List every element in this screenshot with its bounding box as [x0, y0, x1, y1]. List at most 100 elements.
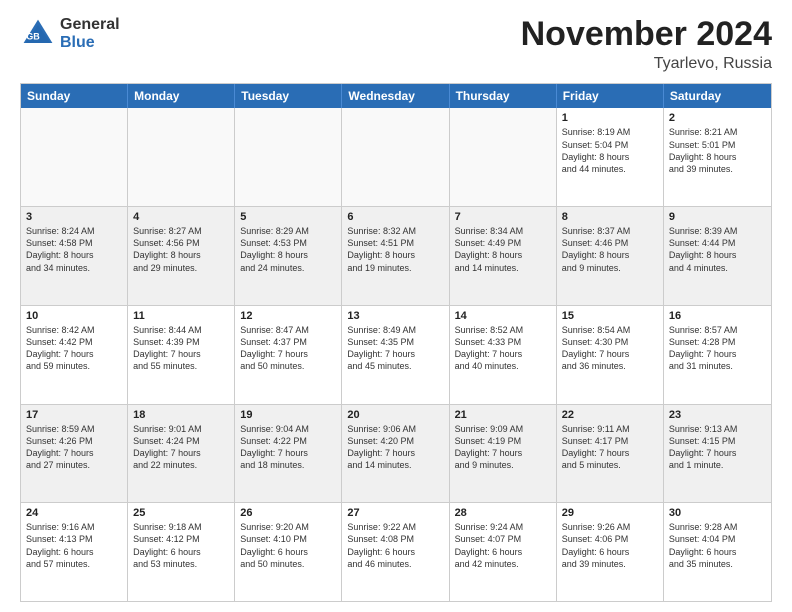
calendar-cell	[235, 108, 342, 206]
calendar-cell: 11 Sunrise: 8:44 AM Sunset: 4:39 PM Dayli…	[128, 306, 235, 404]
calendar-cell: 17 Sunrise: 8:59 AM Sunset: 4:26 PM Dayli…	[21, 405, 128, 503]
day-number: 1	[562, 112, 658, 124]
cell-text: Sunrise: 8:59 AM Sunset: 4:26 PM Dayligh…	[26, 423, 122, 472]
cell-text: Sunrise: 9:22 AM Sunset: 4:08 PM Dayligh…	[347, 521, 443, 570]
calendar-day-header: Thursday	[450, 84, 557, 108]
calendar-cell: 20 Sunrise: 9:06 AM Sunset: 4:20 PM Dayli…	[342, 405, 449, 503]
cell-text: Sunrise: 9:09 AM Sunset: 4:19 PM Dayligh…	[455, 423, 551, 472]
calendar-cell: 14Sunrise: 8:52 AM Sunset: 4:33 PM Dayli…	[450, 306, 557, 404]
day-number: 15	[562, 310, 658, 322]
logo-icon: GB	[20, 16, 56, 52]
calendar-header: SundayMondayTuesdayWednesdayThursdayFrid…	[21, 84, 771, 108]
cell-text: Sunrise: 8:39 AM Sunset: 4:44 PM Dayligh…	[669, 225, 766, 274]
day-number: 22	[562, 409, 658, 421]
calendar-cell: 28 Sunrise: 9:24 AM Sunset: 4:07 PM Dayli…	[450, 503, 557, 601]
page: GB General Blue November 2024 Tyarlevo, …	[0, 0, 792, 612]
day-number: 29	[562, 507, 658, 519]
calendar-cell	[21, 108, 128, 206]
calendar-row: 1 Sunrise: 8:19 AM Sunset: 5:04 PM Daylig…	[21, 108, 771, 206]
day-number: 14	[455, 310, 551, 322]
calendar-cell: 22 Sunrise: 9:11 AM Sunset: 4:17 PM Dayli…	[557, 405, 664, 503]
calendar-cell: 12Sunrise: 8:47 AM Sunset: 4:37 PM Dayli…	[235, 306, 342, 404]
cell-text: Sunrise: 8:27 AM Sunset: 4:56 PM Dayligh…	[133, 225, 229, 274]
day-number: 8	[562, 211, 658, 223]
calendar-cell: 23 Sunrise: 9:13 AM Sunset: 4:15 PM Dayli…	[664, 405, 771, 503]
calendar-day-header: Sunday	[21, 84, 128, 108]
cell-text: Sunrise: 8:34 AM Sunset: 4:49 PM Dayligh…	[455, 225, 551, 274]
day-number: 28	[455, 507, 551, 519]
day-number: 27	[347, 507, 443, 519]
location: Tyarlevo, Russia	[521, 55, 772, 73]
calendar-day-header: Saturday	[664, 84, 771, 108]
logo: GB General Blue	[20, 16, 120, 52]
day-number: 18	[133, 409, 229, 421]
cell-text: Sunrise: 9:04 AM Sunset: 4:22 PM Dayligh…	[240, 423, 336, 472]
calendar-cell: 3Sunrise: 8:24 AM Sunset: 4:58 PM Daylig…	[21, 207, 128, 305]
calendar-row: 17 Sunrise: 8:59 AM Sunset: 4:26 PM Dayli…	[21, 404, 771, 503]
calendar-body: 1 Sunrise: 8:19 AM Sunset: 5:04 PM Daylig…	[21, 108, 771, 601]
calendar-cell: 9 Sunrise: 8:39 AM Sunset: 4:44 PM Daylig…	[664, 207, 771, 305]
day-number: 11	[133, 310, 229, 322]
cell-text: Sunrise: 9:18 AM Sunset: 4:12 PM Dayligh…	[133, 521, 229, 570]
day-number: 30	[669, 507, 766, 519]
day-number: 19	[240, 409, 336, 421]
calendar-cell	[128, 108, 235, 206]
month-title: November 2024	[521, 16, 772, 53]
day-number: 26	[240, 507, 336, 519]
calendar-day-header: Tuesday	[235, 84, 342, 108]
calendar-row: 10Sunrise: 8:42 AM Sunset: 4:42 PM Dayli…	[21, 305, 771, 404]
logo-text: General Blue	[60, 16, 120, 51]
calendar-cell: 5Sunrise: 8:29 AM Sunset: 4:53 PM Daylig…	[235, 207, 342, 305]
day-number: 7	[455, 211, 551, 223]
logo-general: General	[60, 16, 120, 34]
calendar-cell: 25 Sunrise: 9:18 AM Sunset: 4:12 PM Dayli…	[128, 503, 235, 601]
calendar-cell: 15Sunrise: 8:54 AM Sunset: 4:30 PM Dayli…	[557, 306, 664, 404]
cell-text: Sunrise: 9:11 AM Sunset: 4:17 PM Dayligh…	[562, 423, 658, 472]
calendar-row: 3Sunrise: 8:24 AM Sunset: 4:58 PM Daylig…	[21, 206, 771, 305]
calendar-cell: 24Sunrise: 9:16 AM Sunset: 4:13 PM Dayli…	[21, 503, 128, 601]
calendar-cell: 21Sunrise: 9:09 AM Sunset: 4:19 PM Dayli…	[450, 405, 557, 503]
day-number: 9	[669, 211, 766, 223]
cell-text: Sunrise: 9:20 AM Sunset: 4:10 PM Dayligh…	[240, 521, 336, 570]
svg-text:GB: GB	[26, 31, 40, 41]
cell-text: Sunrise: 8:57 AM Sunset: 4:28 PM Dayligh…	[669, 324, 766, 373]
calendar-cell: 8Sunrise: 8:37 AM Sunset: 4:46 PM Daylig…	[557, 207, 664, 305]
calendar-cell: 7 Sunrise: 8:34 AM Sunset: 4:49 PM Daylig…	[450, 207, 557, 305]
day-number: 2	[669, 112, 766, 124]
calendar-cell: 6Sunrise: 8:32 AM Sunset: 4:51 PM Daylig…	[342, 207, 449, 305]
day-number: 13	[347, 310, 443, 322]
cell-text: Sunrise: 9:28 AM Sunset: 4:04 PM Dayligh…	[669, 521, 766, 570]
cell-text: Sunrise: 9:13 AM Sunset: 4:15 PM Dayligh…	[669, 423, 766, 472]
cell-text: Sunrise: 8:19 AM Sunset: 5:04 PM Dayligh…	[562, 126, 658, 175]
cell-text: Sunrise: 8:42 AM Sunset: 4:42 PM Dayligh…	[26, 324, 122, 373]
calendar-cell: 19 Sunrise: 9:04 AM Sunset: 4:22 PM Dayli…	[235, 405, 342, 503]
calendar-day-header: Monday	[128, 84, 235, 108]
cell-text: Sunrise: 9:06 AM Sunset: 4:20 PM Dayligh…	[347, 423, 443, 472]
cell-text: Sunrise: 9:16 AM Sunset: 4:13 PM Dayligh…	[26, 521, 122, 570]
calendar-cell	[450, 108, 557, 206]
calendar-cell: 16Sunrise: 8:57 AM Sunset: 4:28 PM Dayli…	[664, 306, 771, 404]
day-number: 17	[26, 409, 122, 421]
logo-blue: Blue	[60, 34, 120, 52]
calendar-cell: 29 Sunrise: 9:26 AM Sunset: 4:06 PM Dayli…	[557, 503, 664, 601]
cell-text: Sunrise: 8:47 AM Sunset: 4:37 PM Dayligh…	[240, 324, 336, 373]
calendar-cell: 1 Sunrise: 8:19 AM Sunset: 5:04 PM Daylig…	[557, 108, 664, 206]
calendar-row: 24Sunrise: 9:16 AM Sunset: 4:13 PM Dayli…	[21, 502, 771, 601]
calendar-day-header: Wednesday	[342, 84, 449, 108]
cell-text: Sunrise: 8:24 AM Sunset: 4:58 PM Dayligh…	[26, 225, 122, 274]
calendar-day-header: Friday	[557, 84, 664, 108]
calendar-cell: 27 Sunrise: 9:22 AM Sunset: 4:08 PM Dayli…	[342, 503, 449, 601]
calendar-cell: 30 Sunrise: 9:28 AM Sunset: 4:04 PM Dayli…	[664, 503, 771, 601]
day-number: 20	[347, 409, 443, 421]
day-number: 23	[669, 409, 766, 421]
cell-text: Sunrise: 8:29 AM Sunset: 4:53 PM Dayligh…	[240, 225, 336, 274]
cell-text: Sunrise: 9:26 AM Sunset: 4:06 PM Dayligh…	[562, 521, 658, 570]
calendar-cell: 13Sunrise: 8:49 AM Sunset: 4:35 PM Dayli…	[342, 306, 449, 404]
calendar-cell: 4Sunrise: 8:27 AM Sunset: 4:56 PM Daylig…	[128, 207, 235, 305]
calendar: SundayMondayTuesdayWednesdayThursdayFrid…	[20, 83, 772, 602]
header: GB General Blue November 2024 Tyarlevo, …	[20, 16, 772, 73]
title-block: November 2024 Tyarlevo, Russia	[521, 16, 772, 73]
day-number: 25	[133, 507, 229, 519]
cell-text: Sunrise: 9:24 AM Sunset: 4:07 PM Dayligh…	[455, 521, 551, 570]
cell-text: Sunrise: 8:44 AM Sunset: 4:39 PM Dayligh…	[133, 324, 229, 373]
